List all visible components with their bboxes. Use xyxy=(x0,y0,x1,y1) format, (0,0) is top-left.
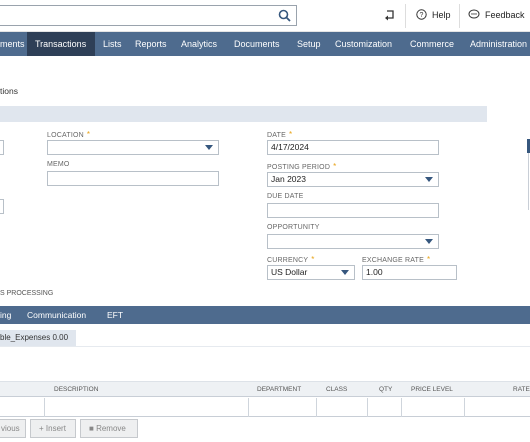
nav-item-lists[interactable]: Lists xyxy=(95,32,127,56)
top-bar: ? Help Feedback xyxy=(0,0,530,32)
chevron-down-icon xyxy=(425,177,433,182)
table-row[interactable] xyxy=(0,398,530,417)
previous-button[interactable]: vious xyxy=(0,419,26,438)
nav-item-documents[interactable]: Documents xyxy=(226,32,289,56)
subtab-communication[interactable]: Communication xyxy=(27,306,86,324)
cell-divider xyxy=(44,398,45,417)
column-header-qty[interactable]: QTY xyxy=(379,386,392,393)
cell-divider xyxy=(367,398,368,417)
exchange-rate-input[interactable]: 1.00 xyxy=(362,265,457,280)
nav-item-commerce[interactable]: Commerce xyxy=(402,32,462,56)
recent-records-icon[interactable] xyxy=(384,9,396,22)
nav-item-administration[interactable]: Administration xyxy=(462,32,530,56)
posting-period-select[interactable]: Jan 2023 xyxy=(267,172,439,187)
location-label: LOCATION * xyxy=(47,130,91,139)
chevron-down-icon xyxy=(205,145,213,150)
help-link[interactable]: ? Help xyxy=(416,9,451,20)
nav-item-analytics[interactable]: Analytics xyxy=(173,32,226,56)
primary-info-section-bar xyxy=(0,106,487,122)
cell-divider xyxy=(248,398,249,417)
nav-item-documents-partial[interactable]: ments xyxy=(0,32,27,56)
processing-label: S PROCESSING xyxy=(0,290,54,297)
expenses-summary-tab[interactable]: ble_Expenses 0.00 xyxy=(0,330,76,346)
posting-period-label: POSTING PERIOD * xyxy=(267,162,337,171)
feedback-link[interactable]: Feedback xyxy=(468,9,525,20)
location-select[interactable] xyxy=(47,140,219,155)
subtab-divider xyxy=(0,346,530,347)
nav-item-setup[interactable]: Setup xyxy=(289,32,327,56)
date-input[interactable]: 4/17/2024 xyxy=(267,140,439,155)
cell-divider xyxy=(401,398,402,417)
required-marker: * xyxy=(288,130,293,139)
date-label: DATE * xyxy=(267,130,293,139)
column-header-price-level[interactable]: PRICE LEVEL xyxy=(411,386,453,393)
required-marker: * xyxy=(86,130,91,139)
header-divider xyxy=(459,4,460,28)
required-marker: * xyxy=(311,255,315,264)
partial-left-field[interactable] xyxy=(0,140,4,155)
main-nav: ments Transactions Lists Reports Analyti… xyxy=(0,32,530,56)
plus-icon: + xyxy=(39,424,44,433)
due-date-label: DUE DATE xyxy=(267,193,304,200)
exchange-rate-label: EXCHANGE RATE * xyxy=(362,255,431,264)
svg-text:?: ? xyxy=(420,12,424,19)
insert-button[interactable]: + Insert xyxy=(30,419,76,438)
subtab-bar: ing Communication EFT xyxy=(0,306,530,324)
currency-select[interactable]: US Dollar xyxy=(267,265,355,280)
page-title: tions xyxy=(0,86,18,96)
partial-left-field[interactable] xyxy=(0,199,4,214)
required-marker: * xyxy=(333,162,337,171)
cell-divider xyxy=(464,398,465,417)
chevron-down-icon xyxy=(425,239,433,244)
memo-label: MEMO xyxy=(47,161,70,168)
nav-item-reports[interactable]: Reports xyxy=(127,32,173,56)
nav-item-customization[interactable]: Customization xyxy=(327,32,402,56)
items-grid-header: DESCRIPTION DEPARTMENT CLASS QTY PRICE L… xyxy=(0,381,530,397)
cell-divider xyxy=(316,398,317,417)
help-icon: ? xyxy=(416,9,427,20)
opportunity-select[interactable] xyxy=(267,234,439,249)
required-marker: * xyxy=(426,255,431,264)
currency-label: CURRENCY * xyxy=(267,255,315,264)
trash-icon: ■ xyxy=(89,424,94,433)
column-header-class[interactable]: CLASS xyxy=(326,386,347,393)
subtab-eft[interactable]: EFT xyxy=(107,306,123,324)
feedback-icon xyxy=(468,9,480,19)
column-header-rate[interactable]: RATE xyxy=(513,386,530,393)
opportunity-label: OPPORTUNITY xyxy=(267,224,320,231)
due-date-input[interactable] xyxy=(267,203,439,218)
column-header-department[interactable]: DEPARTMENT xyxy=(257,386,301,393)
memo-input[interactable] xyxy=(47,171,219,186)
chevron-down-icon xyxy=(341,270,349,275)
global-search-input[interactable] xyxy=(0,5,297,26)
header-divider xyxy=(405,4,406,28)
subtab-billing[interactable]: ing xyxy=(0,306,11,324)
help-label: Help xyxy=(432,9,451,20)
remove-button[interactable]: ■ Remove xyxy=(80,419,138,438)
feedback-label: Feedback xyxy=(485,9,525,20)
search-icon[interactable] xyxy=(278,9,291,22)
nav-item-transactions[interactable]: Transactions xyxy=(27,32,95,56)
column-header-description[interactable]: DESCRIPTION xyxy=(54,386,98,393)
